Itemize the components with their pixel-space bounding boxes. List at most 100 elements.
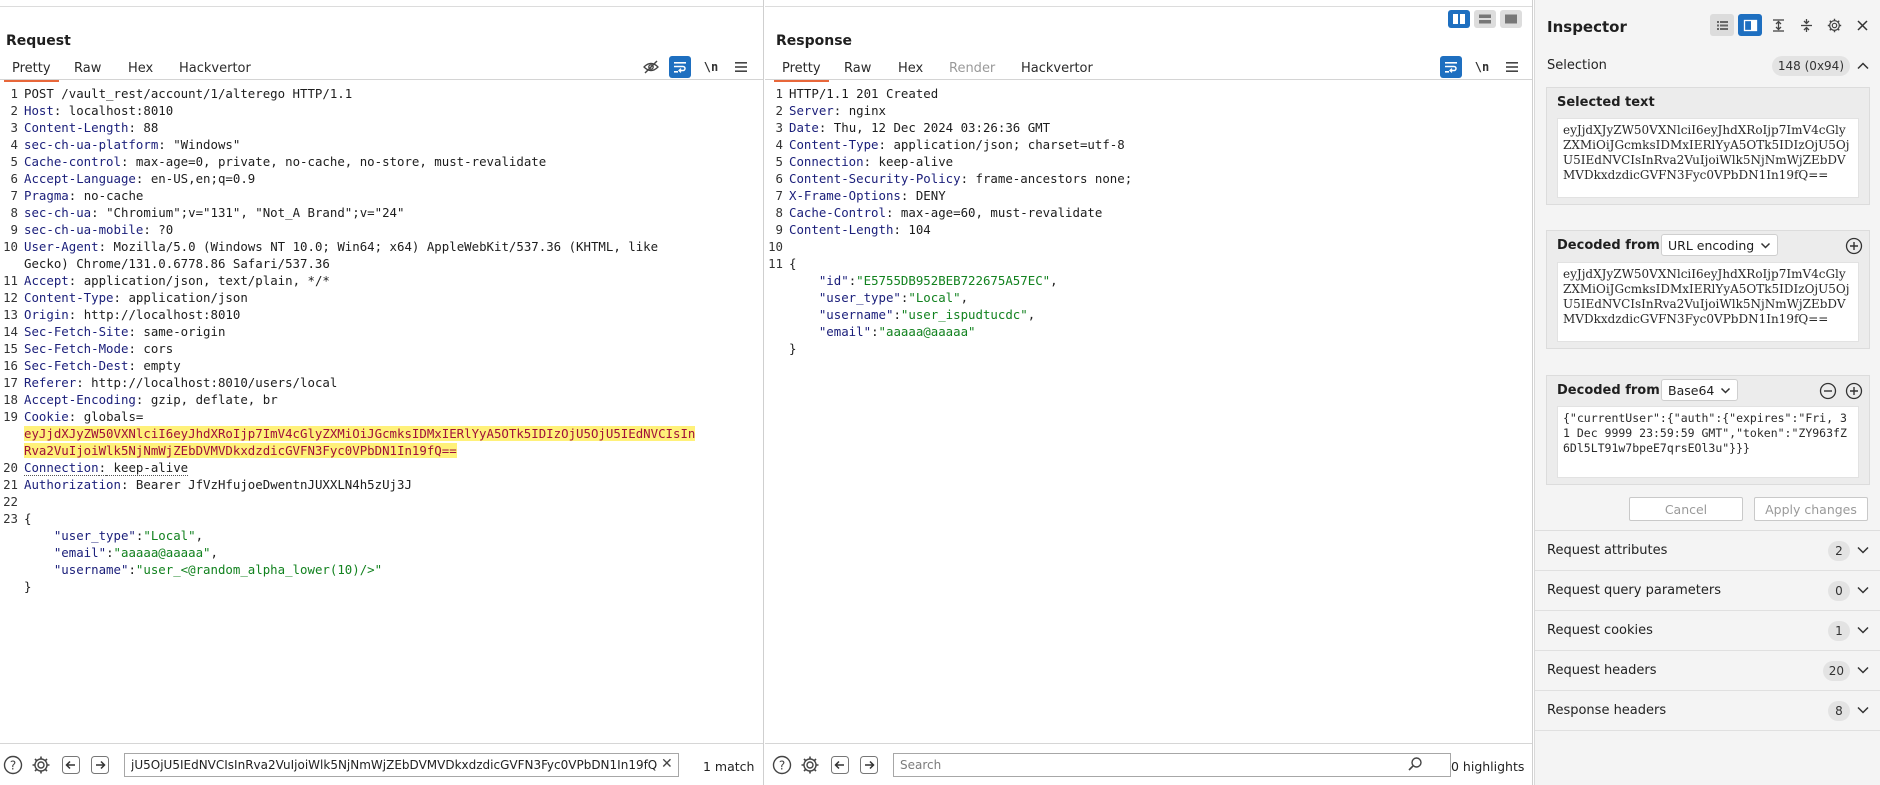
- side-by-side-layout-icon[interactable]: [1448, 10, 1470, 28]
- menu-icon[interactable]: [730, 56, 752, 78]
- code-line: sec-ch-ua-platform: "Windows": [24, 136, 757, 153]
- horizontal-layout-icon[interactable]: [1474, 10, 1496, 28]
- inspector-section-request-query-parameters[interactable]: Request query parameters 0: [1535, 571, 1880, 611]
- selected-text-title: Selected text: [1557, 95, 1655, 110]
- section-count: 8: [1828, 701, 1850, 721]
- close-icon[interactable]: [1850, 14, 1874, 36]
- panel-view-icon[interactable]: [1738, 14, 1762, 36]
- remove-decoder-icon[interactable]: [1819, 382, 1837, 400]
- json-key: "email": [789, 324, 872, 339]
- tabs-layout-icon[interactable]: [1500, 10, 1522, 28]
- hide-nonprintable-icon[interactable]: [640, 56, 662, 78]
- json-key: "username": [24, 562, 129, 577]
- response-search-input[interactable]: [893, 753, 1451, 777]
- inspector-section-response-headers[interactable]: Response headers 8: [1535, 691, 1880, 731]
- expand-all-icon[interactable]: [1766, 14, 1790, 36]
- menu-icon[interactable]: [1501, 56, 1523, 78]
- request-search-bar: ? ✕ 1 match: [0, 743, 763, 785]
- header-name: Server: [789, 103, 834, 118]
- line-number: 10: [768, 239, 783, 254]
- tab-hex[interactable]: Hex: [898, 61, 923, 76]
- word-wrap-icon[interactable]: [1440, 56, 1462, 78]
- line-number: 2: [775, 103, 783, 118]
- header-name: Connection: [24, 460, 99, 476]
- decoded-url-value[interactable]: eyJjdXJyZW50VXNlciI6eyJhdXRoIjp7ImV4cGly…: [1557, 262, 1859, 342]
- json-colon: :: [128, 562, 136, 577]
- line-number: 23: [3, 511, 18, 526]
- tab-raw[interactable]: Raw: [844, 61, 871, 76]
- inspector-section-request-headers[interactable]: Request headers 20: [1535, 651, 1880, 691]
- next-match-icon[interactable]: [858, 754, 880, 776]
- line-number: 20: [3, 460, 18, 475]
- code-line: Rva2VuIjoiWlk5NjNmWjZEbDVMVDkxdzdicGVFN3…: [24, 442, 757, 459]
- tab-hex[interactable]: Hex: [128, 61, 153, 76]
- search-icon[interactable]: [1407, 756, 1423, 776]
- code-line: "username":"user_ispudtucdc",: [789, 306, 1526, 323]
- header-colon: :: [76, 375, 84, 390]
- inspector-section-request-cookies[interactable]: Request cookies 1: [1535, 611, 1880, 651]
- code-line: User-Agent: Mozilla/5.0 (Windows NT 10.0…: [24, 238, 757, 255]
- newline-toggle[interactable]: \n: [1471, 56, 1493, 78]
- chevron-down-icon[interactable]: [1856, 623, 1870, 637]
- header-value: en-US,en;q=0.9: [143, 171, 256, 186]
- header-colon: :: [98, 460, 107, 476]
- add-decoder-icon[interactable]: [1845, 237, 1863, 255]
- add-decoder-icon[interactable]: [1845, 382, 1863, 400]
- cancel-button[interactable]: Cancel: [1629, 497, 1743, 521]
- apply-changes-button[interactable]: Apply changes: [1754, 497, 1868, 521]
- inspector-section-request-attributes[interactable]: Request attributes 2: [1535, 531, 1880, 571]
- decoded-base64-value[interactable]: {"currentUser":{"auth":{"expires":"Fri, …: [1557, 406, 1859, 478]
- header-value: keep-alive: [106, 460, 189, 476]
- request-search-input[interactable]: [124, 753, 679, 777]
- encoding-select-url[interactable]: URL encoding: [1661, 234, 1779, 256]
- code-line: "user_type":"Local",: [24, 527, 757, 544]
- chevron-up-icon[interactable]: [1856, 59, 1870, 73]
- help-icon[interactable]: ?: [2, 754, 24, 776]
- chevron-down-icon[interactable]: [1856, 703, 1870, 717]
- settings-gear-icon[interactable]: [30, 754, 52, 776]
- settings-gear-icon[interactable]: [1822, 14, 1846, 36]
- settings-gear-icon[interactable]: [799, 754, 821, 776]
- chevron-down-icon[interactable]: [1856, 663, 1870, 677]
- tab-hackvertor[interactable]: Hackvertor: [179, 61, 251, 76]
- tab-render[interactable]: Render: [949, 61, 995, 76]
- layout-toggle: [1448, 10, 1522, 28]
- highlighted-cookie-value: eyJjdXJyZW50VXNlciI6eyJhdXRoIjp7ImV4cGly…: [24, 426, 696, 441]
- clear-search-icon[interactable]: ✕: [661, 756, 673, 772]
- previous-match-icon[interactable]: [829, 754, 851, 776]
- previous-match-icon[interactable]: [60, 754, 82, 776]
- json-string: "Local": [143, 528, 196, 543]
- json-string: "user_<@random_alpha_lower(10)/>": [135, 562, 383, 577]
- line-number: 9: [775, 222, 783, 237]
- next-match-icon[interactable]: [89, 754, 111, 776]
- inspector-title: Inspector: [1547, 18, 1627, 36]
- code-line: Host: localhost:8010: [24, 102, 757, 119]
- decoded-from-label: Decoded from:: [1557, 238, 1665, 253]
- selected-text-value[interactable]: eyJjdXJyZW50VXNlciI6eyJhdXRoIjp7ImV4cGly…: [1557, 118, 1859, 198]
- response-editor[interactable]: 1 HTTP/1.1 201 Created 2 Server: nginx 3 Date…: [765, 83, 1532, 743]
- collapse-all-icon[interactable]: [1794, 14, 1818, 36]
- header-value: cors: [135, 341, 174, 356]
- request-editor[interactable]: 1 POST /vault_rest/account/1/alterego HTT…: [0, 83, 763, 743]
- line-number: 6: [775, 171, 783, 186]
- header-colon: :: [878, 137, 886, 152]
- word-wrap-icon[interactable]: [669, 56, 691, 78]
- tab-pretty[interactable]: Pretty: [774, 61, 829, 82]
- response-tabs: Pretty Raw Hex Render Hackvertor: [765, 56, 1532, 82]
- header-name: Referer: [24, 375, 77, 390]
- list-view-icon[interactable]: [1710, 14, 1734, 36]
- encoding-select-base64[interactable]: Base64: [1661, 379, 1739, 401]
- selection-row[interactable]: Selection 148 (0x94): [1535, 47, 1880, 85]
- tab-raw[interactable]: Raw: [74, 61, 101, 76]
- tab-hackvertor[interactable]: Hackvertor: [1021, 61, 1093, 76]
- json-colon: :: [106, 545, 114, 560]
- tab-pretty[interactable]: Pretty: [4, 61, 59, 82]
- line-number: 7: [775, 188, 783, 203]
- help-icon[interactable]: ?: [771, 754, 793, 776]
- newline-toggle[interactable]: \n: [700, 56, 722, 78]
- chevron-down-icon[interactable]: [1856, 583, 1870, 597]
- line-number: 5: [775, 154, 783, 169]
- chevron-down-icon[interactable]: [1856, 543, 1870, 557]
- header-name: Host: [24, 103, 54, 118]
- header-name: Accept: [24, 273, 69, 288]
